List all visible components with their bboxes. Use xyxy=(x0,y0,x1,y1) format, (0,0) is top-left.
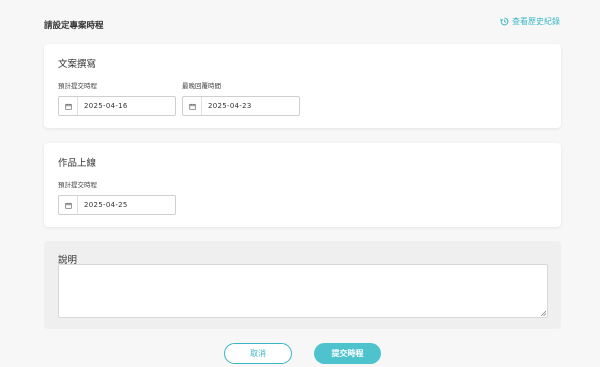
cancel-button[interactable]: 取消 xyxy=(224,343,292,364)
history-icon xyxy=(500,17,509,26)
calendar-icon xyxy=(59,196,78,214)
notes-textarea[interactable] xyxy=(58,264,548,318)
section-copywriting: 文案撰寫 預計提交時程 2025-04-16 最晚回覆時間 2025-04-23 xyxy=(44,44,561,128)
section-launch: 作品上線 預計提交時程 2025-04-25 xyxy=(44,143,561,227)
date-input[interactable]: 2025-04-16 xyxy=(58,96,176,116)
date-input[interactable]: 2025-04-23 xyxy=(182,96,300,116)
page-title: 請設定專案時程 xyxy=(44,21,104,31)
section-title: 文案撰寫 xyxy=(58,59,97,70)
calendar-icon xyxy=(183,97,202,115)
calendar-icon xyxy=(59,97,78,115)
resize-handle-icon[interactable] xyxy=(540,310,546,316)
date-field-submit: 預計提交時程 2025-04-16 xyxy=(58,80,176,116)
field-label: 預計提交時程 xyxy=(58,181,97,189)
date-value: 2025-04-16 xyxy=(84,102,128,110)
date-value: 2025-04-25 xyxy=(84,201,128,209)
submit-schedule-button[interactable]: 提交時程 xyxy=(314,343,381,364)
history-link[interactable]: 查看歷史紀錄 xyxy=(500,16,560,27)
history-link-label: 查看歷史紀錄 xyxy=(512,17,560,26)
field-label: 最晚回覆時間 xyxy=(182,82,221,90)
date-field-submit: 預計提交時程 2025-04-25 xyxy=(58,179,176,215)
date-field-reply: 最晚回覆時間 2025-04-23 xyxy=(182,80,300,116)
section-title: 作品上線 xyxy=(58,158,97,169)
section-notes: 說明 xyxy=(44,241,561,329)
date-value: 2025-04-23 xyxy=(208,102,252,110)
date-input[interactable]: 2025-04-25 xyxy=(58,195,176,215)
field-label: 預計提交時程 xyxy=(58,82,97,90)
